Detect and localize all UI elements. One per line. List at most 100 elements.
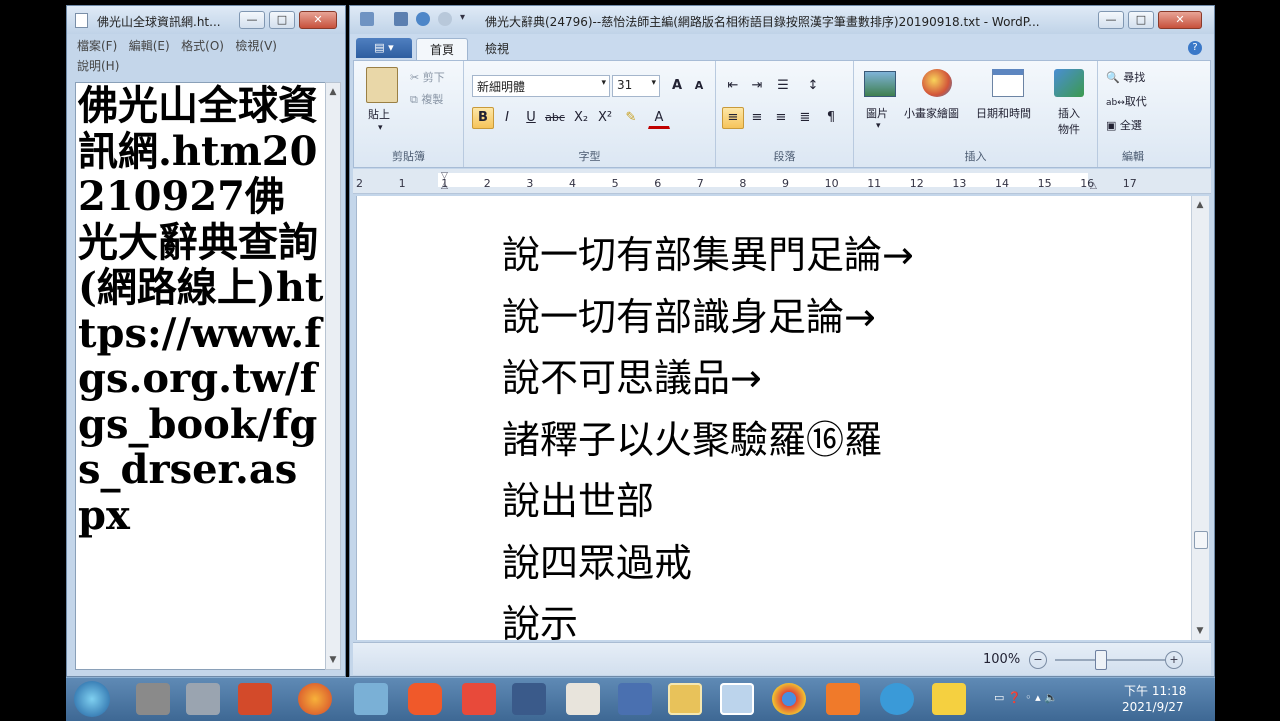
- notepad-menubar: 檔案(F) 編輯(E) 格式(O) 檢視(V): [77, 37, 277, 54]
- align-left-icon[interactable]: ≡: [722, 107, 744, 129]
- subscript-icon[interactable]: X₂: [570, 107, 592, 129]
- powerpoint-icon[interactable]: [238, 683, 272, 715]
- app-taskbar-icon-1[interactable]: [136, 683, 170, 715]
- pdf-icon[interactable]: [462, 683, 496, 715]
- undo-icon[interactable]: [416, 12, 430, 26]
- paragraph-settings-icon[interactable]: ¶: [820, 107, 842, 129]
- app-taskbar-icon-2[interactable]: [186, 683, 220, 715]
- app-taskbar-icon-3[interactable]: [354, 683, 388, 715]
- notepad-vertical-scrollbar[interactable]: ▲ ▼: [325, 82, 341, 670]
- wordpad-maximize-button[interactable]: □: [1128, 11, 1154, 29]
- app-taskbar-icon-7[interactable]: [826, 683, 860, 715]
- left-indent-marker[interactable]: △: [441, 181, 448, 191]
- warning-icon[interactable]: [932, 683, 966, 715]
- tab-home[interactable]: 首頁: [416, 38, 469, 61]
- internet-explorer-icon[interactable]: [880, 683, 914, 715]
- menu-view[interactable]: 檢視(V): [235, 39, 277, 53]
- brave-icon[interactable]: [408, 683, 442, 715]
- zoom-slider-track[interactable]: [1055, 659, 1165, 661]
- bullets-icon[interactable]: ☰: [772, 75, 794, 97]
- paint-drawing-label[interactable]: 小畫家繪圖: [904, 105, 959, 121]
- doc-scroll-down-icon[interactable]: ▼: [1193, 626, 1207, 636]
- underline-icon[interactable]: U: [520, 107, 542, 129]
- shrink-font-icon[interactable]: A: [688, 75, 710, 97]
- paste-icon[interactable]: [366, 67, 398, 103]
- document-vertical-scrollbar[interactable]: ▲ ▼: [1191, 196, 1209, 640]
- copy-button[interactable]: ⧉ 複製: [410, 91, 443, 107]
- calendar-icon[interactable]: [992, 69, 1024, 97]
- start-button-icon[interactable]: [74, 681, 110, 717]
- clock-time[interactable]: 下午 11:18: [1124, 682, 1186, 699]
- doc-scroll-up-icon[interactable]: ▲: [1193, 200, 1207, 210]
- menu-file[interactable]: 檔案(F): [77, 39, 117, 53]
- superscript-icon[interactable]: X²: [594, 107, 616, 129]
- firefox-icon[interactable]: [298, 683, 332, 715]
- highlight-color-icon[interactable]: ✎: [620, 107, 642, 129]
- scroll-up-icon[interactable]: ▲: [326, 87, 340, 97]
- insert-object-label-1[interactable]: 插入: [1058, 105, 1080, 121]
- wordpad-titlebar: ▾ 佛光大辭典(24796)--慈怡法師主編(網路版名相術語目錄按照漢字筆畫數排…: [350, 6, 1214, 34]
- italic-icon[interactable]: I: [496, 107, 518, 129]
- insert-object-icon[interactable]: [1054, 69, 1084, 97]
- tab-view[interactable]: 檢視: [472, 38, 522, 60]
- picture-dropdown-icon[interactable]: ▾: [876, 121, 881, 131]
- font-color-icon[interactable]: A: [648, 107, 670, 129]
- app-taskbar-icon-4[interactable]: [512, 683, 546, 715]
- paint-icon[interactable]: [922, 69, 952, 97]
- help-icon[interactable]: ?: [1188, 41, 1202, 55]
- file-menu-button[interactable]: ▤ ▾: [356, 38, 412, 58]
- menu-format[interactable]: 格式(O): [181, 39, 224, 53]
- select-all-icon: ▣: [1106, 119, 1117, 132]
- picture-icon[interactable]: [864, 71, 896, 97]
- grow-font-icon[interactable]: A: [666, 75, 688, 97]
- replace-button[interactable]: ab↔取代: [1106, 93, 1147, 109]
- zoom-slider-thumb[interactable]: [1095, 650, 1107, 670]
- increase-indent-icon[interactable]: ⇥: [746, 75, 768, 97]
- clock-date[interactable]: 2021/9/27: [1122, 700, 1184, 714]
- zoom-in-icon[interactable]: +: [1165, 651, 1183, 669]
- justify-icon[interactable]: ≣: [794, 107, 816, 129]
- wordpad-minimize-button[interactable]: —: [1098, 11, 1124, 29]
- picture-label[interactable]: 圖片: [866, 105, 888, 121]
- notepad-titlebar: 佛光山全球資訊網.ht... — □ ✕: [67, 6, 345, 34]
- scroll-down-icon[interactable]: ▼: [326, 655, 340, 665]
- select-all-button[interactable]: ▣ 全選: [1106, 117, 1142, 133]
- customize-qat-icon[interactable]: ▾: [460, 12, 465, 23]
- tray-icons[interactable]: ▭ ❓ ◦ ▴ 🔈: [994, 691, 1058, 704]
- notepad-title: 佛光山全球資訊網.ht...: [97, 15, 221, 29]
- wordpad-close-button[interactable]: ✕: [1158, 11, 1202, 29]
- menu-help[interactable]: 說明(H): [77, 59, 119, 73]
- strikethrough-icon[interactable]: abc: [544, 107, 566, 129]
- font-family-select[interactable]: 新細明體 ▾: [472, 75, 610, 97]
- cut-button[interactable]: ✂ 剪下: [410, 69, 445, 85]
- app-taskbar-icon-6[interactable]: [618, 683, 652, 715]
- maximize-button[interactable]: □: [269, 11, 295, 29]
- ruler[interactable]: 2 1 1 2 3 4 5 6 7 8 9 10 11 12 13 14 15 16 17 ▽ △ △: [353, 169, 1211, 194]
- close-button[interactable]: ✕: [299, 11, 337, 29]
- minimize-button[interactable]: —: [239, 11, 265, 29]
- file-explorer-icon[interactable]: [668, 683, 702, 715]
- redo-icon[interactable]: [438, 12, 452, 26]
- right-indent-marker[interactable]: △: [1090, 181, 1097, 191]
- decrease-indent-icon[interactable]: ⇤: [722, 75, 744, 97]
- font-size-select[interactable]: 31 ▾: [612, 75, 660, 97]
- date-time-label[interactable]: 日期和時間: [976, 105, 1031, 121]
- doc-scroll-thumb[interactable]: [1194, 531, 1208, 549]
- align-center-icon[interactable]: ≡: [746, 107, 768, 129]
- paste-label[interactable]: 貼上: [368, 106, 390, 122]
- menu-edit[interactable]: 編輯(E): [129, 39, 170, 53]
- chrome-icon[interactable]: [772, 683, 806, 715]
- save-icon[interactable]: [394, 12, 408, 26]
- find-button[interactable]: 🔍 尋找: [1106, 69, 1145, 85]
- insert-object-label-2[interactable]: 物件: [1058, 121, 1080, 137]
- line-spacing-icon[interactable]: ↕: [802, 75, 824, 97]
- notepad-text-area[interactable]: 佛光山全球資訊網.htm20210927佛光大辭典查詢(網路線上)https:/…: [75, 82, 327, 670]
- align-right-icon[interactable]: ≡: [770, 107, 792, 129]
- first-line-indent-marker[interactable]: ▽: [441, 171, 448, 181]
- paste-dropdown-icon[interactable]: ▾: [378, 123, 383, 133]
- wordpad-taskbar-icon[interactable]: [720, 683, 754, 715]
- zoom-out-icon[interactable]: −: [1029, 651, 1047, 669]
- app-taskbar-icon-5[interactable]: [566, 683, 600, 715]
- document-area[interactable]: 說一切有部集異門足論→ 說一切有部識身足論→ 說不可思議品→ 諸釋子以火聚驗羅⑯羅 說出…: [356, 196, 1191, 640]
- bold-icon[interactable]: B: [472, 107, 494, 129]
